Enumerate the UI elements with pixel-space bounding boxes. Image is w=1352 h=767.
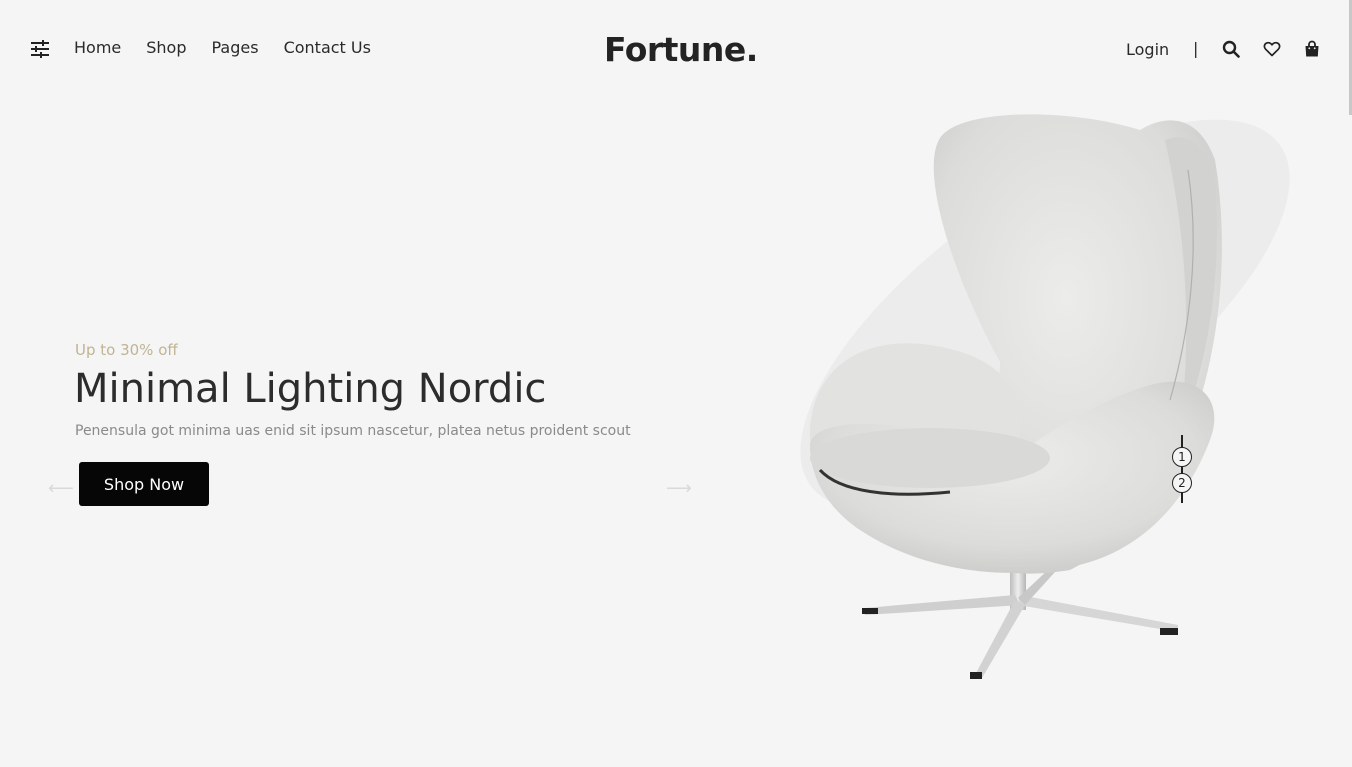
page: Home Shop Pages Contact Us Fortune. Logi… bbox=[0, 0, 1352, 767]
discount-label: Up to 30% off bbox=[75, 341, 178, 359]
nav-home[interactable]: Home bbox=[74, 38, 121, 57]
slide-pagination: 1 2 bbox=[1172, 435, 1192, 503]
search-icon[interactable] bbox=[1222, 40, 1240, 58]
chair-image bbox=[800, 114, 1290, 679]
site-logo[interactable]: Fortune. bbox=[604, 30, 758, 69]
slide-dot-1[interactable]: 1 bbox=[1172, 447, 1192, 467]
nav-contact-us[interactable]: Contact Us bbox=[284, 38, 371, 57]
next-slide-arrow[interactable]: ⟶ bbox=[666, 478, 692, 499]
slide-dot-2[interactable]: 2 bbox=[1172, 473, 1192, 493]
nav-pages[interactable]: Pages bbox=[212, 38, 259, 57]
hero-title: Minimal Lighting Nordic bbox=[74, 366, 547, 412]
shopping-bag-icon[interactable] bbox=[1303, 40, 1321, 58]
nav-shop[interactable]: Shop bbox=[146, 38, 186, 57]
login-link[interactable]: Login bbox=[1126, 40, 1169, 59]
shop-now-button[interactable]: Shop Now bbox=[79, 462, 209, 506]
sliders-icon[interactable] bbox=[30, 40, 50, 58]
prev-slide-arrow[interactable]: ⟵ bbox=[48, 478, 74, 499]
header-separator: | bbox=[1193, 39, 1199, 58]
site-header: Home Shop Pages Contact Us Fortune. Logi… bbox=[0, 0, 1352, 100]
main-nav: Home Shop Pages Contact Us bbox=[74, 38, 371, 57]
heart-icon[interactable] bbox=[1263, 40, 1281, 58]
hero-description: Penensula got minima uas enid sit ipsum … bbox=[75, 423, 631, 439]
